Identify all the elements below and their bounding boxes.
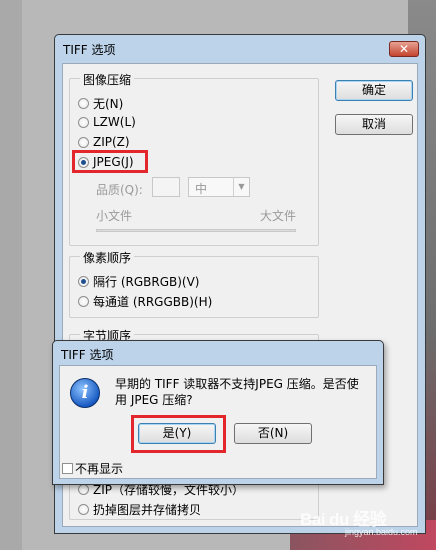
window-title: TIFF 选项 [63, 43, 116, 57]
radio-zip-dot[interactable] [78, 136, 89, 148]
radio-interleaved[interactable]: 隔行 (RGBRGB)(V) [78, 273, 200, 290]
radio-lzw-label: LZW(L) [93, 115, 136, 129]
radio-lzw[interactable]: LZW(L) [78, 115, 136, 129]
info-icon: i [70, 378, 100, 408]
confirm-dialog: TIFF 选项 i 早期的 TIFF 读取器不支持JPEG 压缩。是否使用 JP… [52, 340, 384, 485]
pixel-order-group: 像素顺序 隔行 (RGBRGB)(V) 每通道 (RRGGBB)(H) [69, 249, 319, 318]
radio-lzw-dot[interactable] [78, 116, 89, 128]
radio-none-label: 无(N) [93, 97, 124, 111]
radio-zip[interactable]: ZIP(Z) [78, 135, 130, 149]
radio-zip-label: ZIP(Z) [93, 135, 130, 149]
quality-select-value: 中 [195, 182, 208, 196]
pixel-order-legend: 像素顺序 [80, 249, 135, 266]
radio-discard-layers-dot[interactable] [78, 504, 89, 515]
yes-highlight-box [131, 415, 226, 453]
jpeg-highlight-box [72, 150, 148, 173]
radio-layer-zip-dot[interactable] [78, 484, 89, 495]
dont-show-again-label: 不再显示 [75, 462, 124, 476]
slider-min-label: 小文件 [96, 209, 133, 223]
radio-discard-layers-label: 扔掉图层并存储拷贝 [93, 503, 202, 517]
radio-none[interactable]: 无(N) [78, 95, 123, 112]
radio-none-dot[interactable] [78, 98, 89, 109]
compression-legend: 图像压缩 [80, 71, 135, 88]
no-button[interactable]: 否(N) [234, 423, 312, 444]
close-button[interactable]: ✕ [389, 41, 419, 57]
dialog-title: TIFF 选项 [61, 348, 114, 362]
dialog-message: 早期的 TIFF 读取器不支持JPEG 压缩。是否使用 JPEG 压缩? [115, 377, 359, 407]
radio-per-channel-dot[interactable] [78, 296, 89, 307]
watermark-url: jingyan.baidu.com [345, 527, 418, 537]
quality-select[interactable]: 中 ▼ [188, 177, 250, 197]
radio-interleaved-dot[interactable] [78, 276, 89, 287]
dont-show-again-box[interactable] [62, 463, 73, 474]
quality-slider[interactable] [96, 229, 296, 232]
radio-discard-layers[interactable]: 扔掉图层并存储拷贝 [78, 501, 201, 518]
background-left [0, 0, 22, 550]
ok-button[interactable]: 确定 [335, 80, 413, 101]
compression-group: 图像压缩 无(N) LZW(L) ZIP(Z) JPEG(J) 品质(Q): 中… [69, 71, 319, 246]
radio-interleaved-label: 隔行 (RGBRGB)(V) [93, 275, 200, 289]
cancel-button[interactable]: 取消 [335, 114, 413, 135]
slider-max-label: 大文件 [260, 209, 297, 223]
quality-label: 品质(Q): [96, 183, 143, 197]
dialog-body: i 早期的 TIFF 读取器不支持JPEG 压缩。是否使用 JPEG 压缩? 是… [59, 365, 377, 479]
radio-per-channel-label: 每通道 (RRGGBB)(H) [93, 295, 213, 309]
radio-per-channel[interactable]: 每通道 (RRGGBB)(H) [78, 293, 212, 310]
quality-input[interactable] [152, 177, 180, 197]
dont-show-again-checkbox[interactable]: 不再显示 [62, 460, 123, 477]
chevron-down-icon: ▼ [233, 178, 249, 196]
